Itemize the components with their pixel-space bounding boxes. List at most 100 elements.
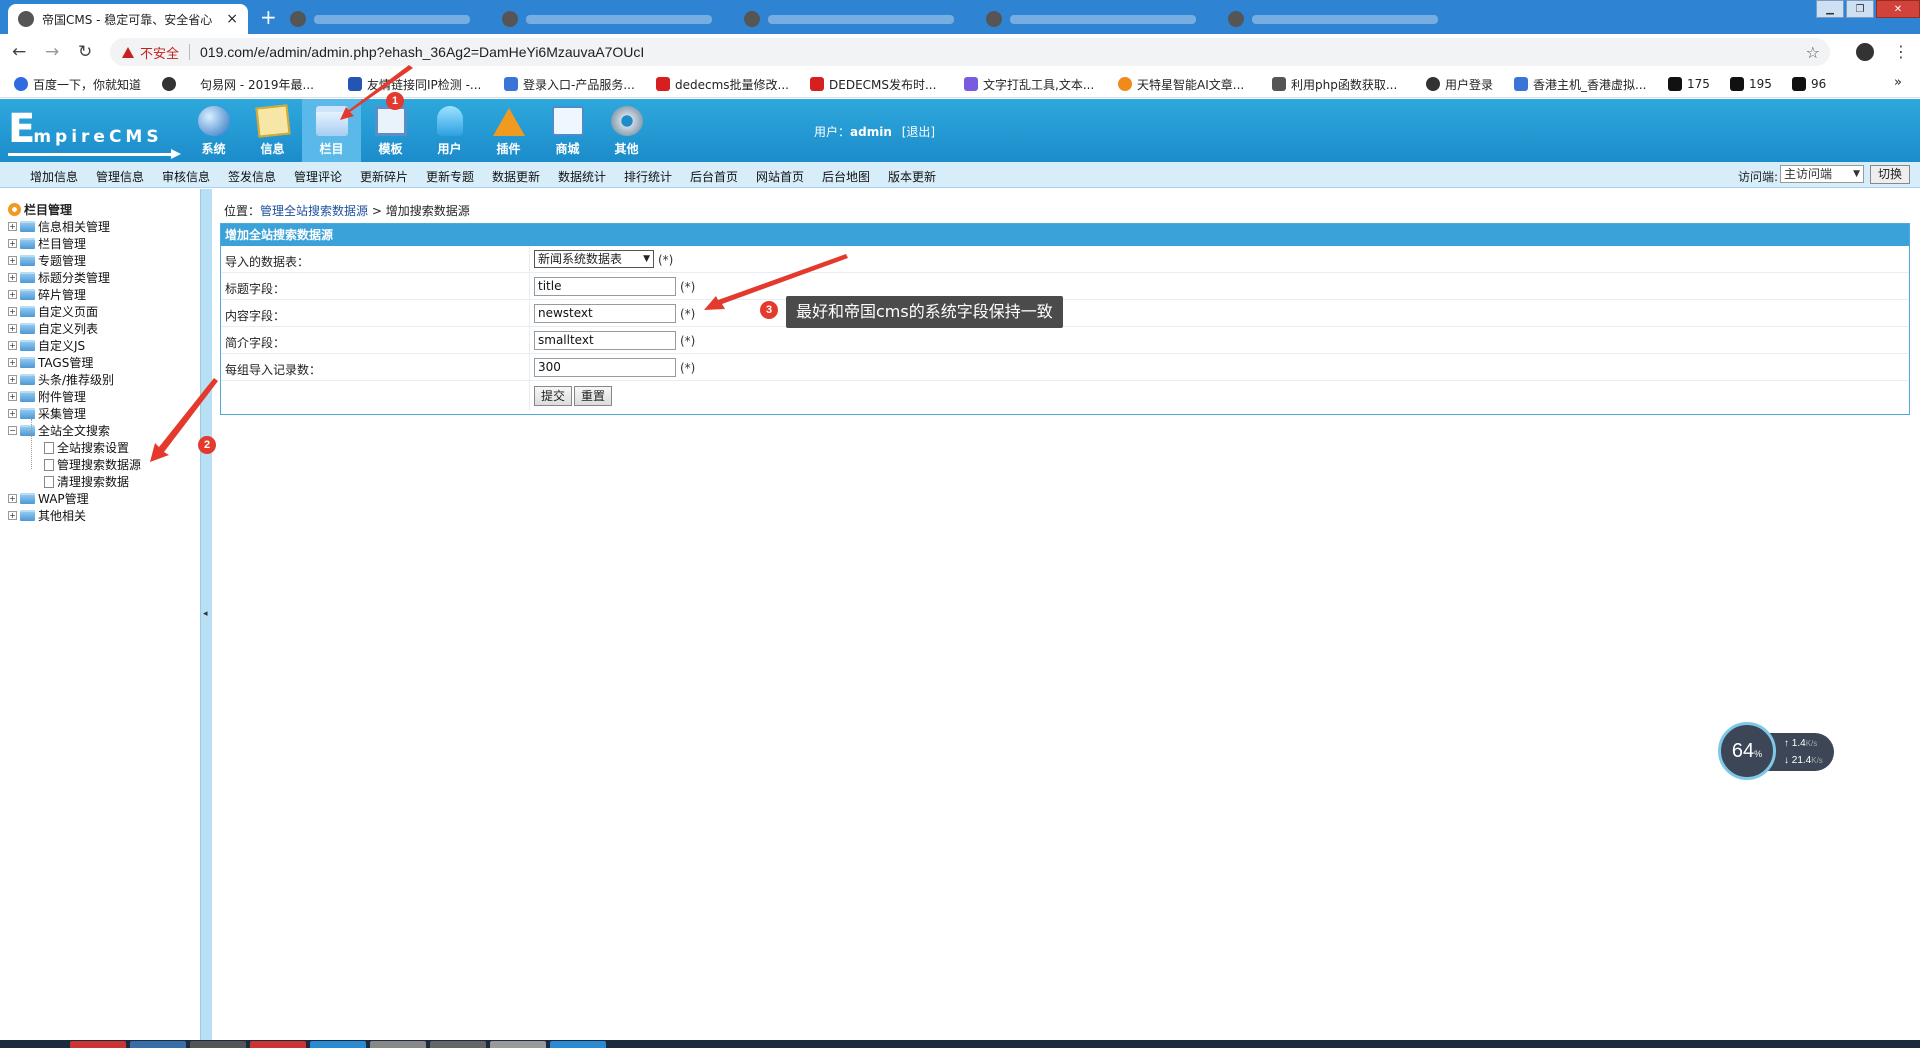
tree-item[interactable]: + TAGS管理 bbox=[8, 354, 93, 371]
bookmark-item[interactable]: 天特星智能AI文章... bbox=[1118, 75, 1244, 93]
kebab-menu-icon[interactable]: ⋮ bbox=[1893, 42, 1909, 61]
bookmark-item[interactable]: 96 bbox=[1792, 75, 1826, 93]
tab-blurred-4[interactable] bbox=[976, 4, 1206, 34]
tree-item[interactable]: + WAP管理 bbox=[8, 490, 89, 507]
bookmark-star-icon[interactable]: ☆ bbox=[1806, 43, 1820, 62]
bookmark-item[interactable]: 句易网 - 2019年最... bbox=[200, 75, 314, 93]
subnav-manage-comments[interactable]: 管理评论 bbox=[294, 168, 342, 185]
subnav-update-fragments[interactable]: 更新碎片 bbox=[360, 168, 408, 185]
expand-icon[interactable]: + bbox=[8, 290, 17, 299]
expand-icon[interactable]: + bbox=[8, 375, 17, 384]
taskbar-app[interactable] bbox=[550, 1041, 606, 1048]
data-table-select[interactable]: 新闻系统数据表 bbox=[534, 250, 654, 268]
taskbar-app[interactable] bbox=[430, 1041, 486, 1048]
bookmark-item[interactable]: 利用php函数获取... bbox=[1272, 75, 1397, 93]
minimize-icon[interactable]: ▁ bbox=[1816, 0, 1844, 18]
taskbar-app[interactable] bbox=[370, 1041, 426, 1048]
expand-icon[interactable]: + bbox=[8, 409, 17, 418]
subnav-site-home[interactable]: 网站首页 bbox=[756, 168, 804, 185]
subnav-update-topics[interactable]: 更新专题 bbox=[426, 168, 474, 185]
subnav-add-info[interactable]: 增加信息 bbox=[30, 168, 78, 185]
subnav-data-stats[interactable]: 数据统计 bbox=[558, 168, 606, 185]
nav-shop[interactable]: 商城 bbox=[538, 99, 597, 162]
tree-item[interactable]: + 栏目管理 bbox=[8, 235, 86, 252]
expand-icon[interactable]: + bbox=[8, 341, 17, 350]
nav-user[interactable]: 用户 bbox=[420, 99, 479, 162]
subnav-rank-stats[interactable]: 排行统计 bbox=[624, 168, 672, 185]
taskbar-app[interactable] bbox=[70, 1041, 126, 1048]
tree-item[interactable]: + 头条/推荐级别 bbox=[8, 371, 114, 388]
reload-icon[interactable]: ↻ bbox=[78, 42, 92, 62]
switch-button[interactable]: 切换 bbox=[1870, 165, 1910, 184]
subnav-review-info[interactable]: 审核信息 bbox=[162, 168, 210, 185]
window-close-icon[interactable]: ✕ bbox=[1876, 0, 1920, 18]
forward-arrow-icon[interactable]: → bbox=[45, 42, 59, 62]
taskbar-app[interactable] bbox=[250, 1041, 306, 1048]
maximize-icon[interactable]: ❐ bbox=[1846, 0, 1874, 18]
bookmark-item[interactable]: 175 bbox=[1668, 75, 1710, 93]
bookmark-item[interactable]: DEDECMS发布时... bbox=[810, 75, 936, 93]
bookmark-item[interactable]: 香港主机_香港虚拟... bbox=[1514, 75, 1646, 93]
tree-item[interactable]: + 专题管理 bbox=[8, 252, 86, 269]
tab-blurred-3[interactable] bbox=[734, 4, 964, 34]
taskbar-app[interactable] bbox=[190, 1041, 246, 1048]
tree-item[interactable]: + 自定义列表 bbox=[8, 320, 98, 337]
visit-select[interactable]: 主访问端 bbox=[1780, 165, 1864, 183]
address-bar[interactable]: 不安全 019.com/e/admin/admin.php?ehash_36Ag… bbox=[110, 38, 1830, 66]
bookmark-item[interactable]: 登录入口-产品服务... bbox=[504, 75, 635, 93]
subnav-manage-info[interactable]: 管理信息 bbox=[96, 168, 144, 185]
nav-plugin[interactable]: 插件 bbox=[479, 99, 538, 162]
tree-item[interactable]: + 自定义页面 bbox=[8, 303, 98, 320]
logout-link[interactable]: [退出] bbox=[902, 125, 935, 139]
tree-item[interactable]: − 全站全文搜索 bbox=[8, 422, 110, 439]
tab-blurred-5[interactable] bbox=[1218, 4, 1448, 34]
breadcrumb-link[interactable]: 管理全站搜索数据源 bbox=[260, 204, 368, 218]
taskbar-app[interactable] bbox=[130, 1041, 186, 1048]
bookmark-item[interactable]: 文字打乱工具,文本... bbox=[964, 75, 1094, 93]
expand-icon[interactable]: + bbox=[8, 494, 17, 503]
tab-empirecms[interactable]: 帝国CMS - 稳定可靠、安全省心 × bbox=[8, 4, 248, 34]
expand-icon[interactable]: + bbox=[8, 324, 17, 333]
summary-field-input[interactable]: smalltext bbox=[534, 331, 676, 350]
subnav-version-update[interactable]: 版本更新 bbox=[888, 168, 936, 185]
tree-item[interactable]: + 信息相关管理 bbox=[8, 218, 110, 235]
nav-system[interactable]: 系统 bbox=[184, 99, 243, 162]
collapse-icon[interactable]: − bbox=[8, 426, 17, 435]
tree-child-item[interactable]: 清理搜索数据 bbox=[44, 473, 129, 490]
tree-child-item[interactable]: 管理搜索数据源 bbox=[44, 456, 141, 473]
new-tab-button[interactable]: + bbox=[260, 6, 277, 28]
profile-avatar-icon[interactable] bbox=[1856, 43, 1874, 61]
sidebar-splitter[interactable]: ◂ bbox=[200, 189, 212, 1040]
nav-column[interactable]: 栏目 bbox=[302, 99, 361, 162]
netspeed-widget[interactable]: ↑ 1.4K/s ↓ 21.4K/s 64% bbox=[1718, 722, 1838, 780]
bookmark-item[interactable]: 195 bbox=[1730, 75, 1772, 93]
tree-child-item[interactable]: 全站搜索设置 bbox=[44, 439, 129, 456]
expand-icon[interactable]: + bbox=[8, 222, 17, 231]
expand-icon[interactable]: + bbox=[8, 392, 17, 401]
taskbar-app[interactable] bbox=[490, 1041, 546, 1048]
reset-button[interactable]: 重置 bbox=[574, 386, 613, 406]
submit-button[interactable]: 提交 bbox=[534, 386, 573, 406]
tree-item[interactable]: + 自定义JS bbox=[8, 337, 85, 354]
nav-info[interactable]: 信息 bbox=[243, 99, 302, 162]
bookmark-item[interactable]: 友情链接同IP检测 -... bbox=[348, 75, 481, 93]
tree-item[interactable]: + 其他相关 bbox=[8, 507, 86, 524]
expand-icon[interactable]: + bbox=[8, 307, 17, 316]
bookmark-item[interactable]: dedecms批量修改... bbox=[656, 75, 789, 93]
expand-icon[interactable]: + bbox=[8, 273, 17, 282]
bookmark-item[interactable]: 百度一下，你就知道 bbox=[14, 75, 141, 93]
expand-icon[interactable]: + bbox=[8, 358, 17, 367]
batch-size-input[interactable]: 300 bbox=[534, 358, 676, 377]
collapse-arrow-icon[interactable]: ◂ bbox=[203, 609, 208, 619]
tree-item[interactable]: + 采集管理 bbox=[8, 405, 86, 422]
tab-blurred-2[interactable] bbox=[492, 4, 722, 34]
close-tab-icon[interactable]: × bbox=[226, 11, 238, 27]
subnav-admin-home[interactable]: 后台首页 bbox=[690, 168, 738, 185]
tree-item[interactable]: + 附件管理 bbox=[8, 388, 86, 405]
nav-other[interactable]: 其他 bbox=[597, 99, 656, 162]
bookmark-item[interactable]: 用户登录 bbox=[1426, 75, 1493, 93]
bookmarks-more-icon[interactable]: » bbox=[1894, 75, 1902, 90]
expand-icon[interactable]: + bbox=[8, 239, 17, 248]
title-field-input[interactable]: title bbox=[534, 277, 676, 296]
bookmark-item[interactable] bbox=[162, 75, 176, 93]
